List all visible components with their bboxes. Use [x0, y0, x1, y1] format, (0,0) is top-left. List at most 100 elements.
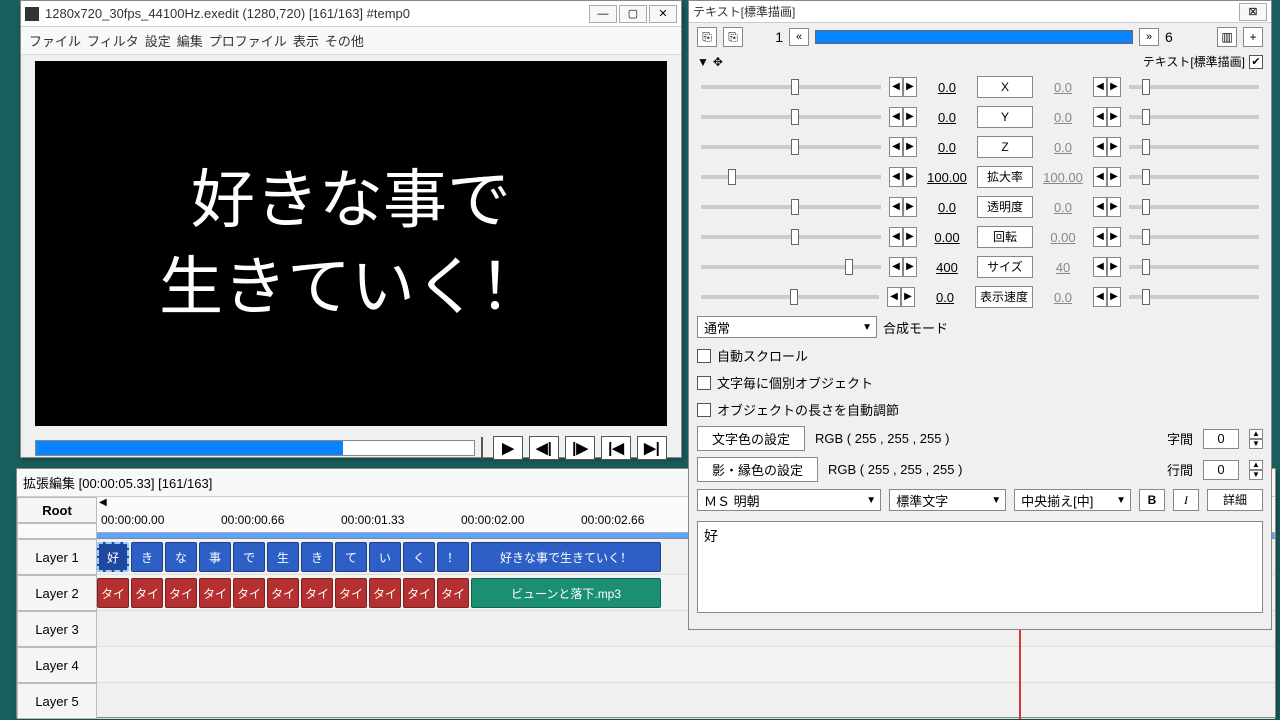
param-value2[interactable]: 40 — [1037, 260, 1089, 275]
clip-text[interactable]: く — [403, 542, 435, 572]
frame-last-button[interactable]: » — [1139, 28, 1159, 46]
layer-up-icon[interactable]: ▥ — [1217, 27, 1237, 47]
slider-right[interactable] — [1129, 85, 1259, 89]
clip-audio[interactable]: タイ — [267, 578, 299, 608]
spacing-down[interactable]: ▼ — [1249, 439, 1263, 449]
enable-checkbox[interactable]: ✔ — [1249, 55, 1263, 69]
clip-audio[interactable]: タイ — [97, 578, 129, 608]
check-autolen[interactable] — [697, 403, 711, 417]
slider-right[interactable] — [1129, 265, 1259, 269]
clip-audio[interactable]: タイ — [403, 578, 435, 608]
clip-audio[interactable]: タイ — [131, 578, 163, 608]
clip-text[interactable]: き — [131, 542, 163, 572]
inc2-button[interactable]: ▶ — [1107, 107, 1121, 127]
layer-label-3[interactable]: Layer 3 — [17, 611, 97, 647]
dec2-button[interactable]: ◀ — [1093, 257, 1107, 277]
slider-right[interactable] — [1129, 295, 1259, 299]
dec-button[interactable]: ◀ — [889, 77, 903, 97]
param-label-button[interactable]: 表示速度 — [975, 286, 1033, 308]
param-value[interactable]: 0.0 — [921, 140, 973, 155]
inc-button[interactable]: ▶ — [903, 77, 917, 97]
param-value2[interactable]: 100.00 — [1037, 170, 1089, 185]
maximize-button[interactable]: ▢ — [619, 5, 647, 23]
object-add-icon[interactable]: + — [1243, 27, 1263, 47]
inc2-button[interactable]: ▶ — [1107, 167, 1121, 187]
titlebar[interactable]: 1280x720_30fps_44100Hz.exedit (1280,720)… — [21, 1, 681, 27]
dec2-button[interactable]: ◀ — [1093, 107, 1107, 127]
dec-button[interactable]: ◀ — [889, 257, 903, 277]
clip-audio[interactable]: タイ — [165, 578, 197, 608]
clip-audio[interactable]: タイ — [335, 578, 367, 608]
dec-button[interactable]: ◀ — [887, 287, 901, 307]
param-label-button[interactable]: 透明度 — [977, 196, 1033, 218]
frame-first-button[interactable]: « — [789, 28, 809, 46]
param-label-button[interactable]: 拡大率 — [977, 166, 1033, 188]
slider-left[interactable] — [701, 85, 881, 89]
clip-text[interactable]: き — [301, 542, 333, 572]
slider-right[interactable] — [1129, 205, 1259, 209]
menu-edit[interactable]: 編集 — [177, 31, 203, 50]
spacing-input[interactable]: 0 — [1203, 429, 1239, 449]
param-value[interactable]: 100.00 — [921, 170, 973, 185]
play-button[interactable]: ▶ — [493, 436, 523, 460]
anchor-icon[interactable]: ✥ — [713, 55, 723, 69]
slider-left[interactable] — [701, 205, 881, 209]
param-value2[interactable]: 0.0 — [1037, 140, 1089, 155]
inc2-button[interactable]: ▶ — [1107, 287, 1121, 307]
dec-button[interactable]: ◀ — [889, 137, 903, 157]
dec-button[interactable]: ◀ — [889, 167, 903, 187]
param-value[interactable]: 0.0 — [921, 110, 973, 125]
clip-text[interactable]: 生 — [267, 542, 299, 572]
inc-button[interactable]: ▶ — [901, 287, 915, 307]
blend-mode-dropdown[interactable]: 通常▼ — [697, 316, 877, 338]
clip-text[interactable]: で — [233, 542, 265, 572]
bold-button[interactable]: B — [1139, 489, 1165, 511]
leading-input[interactable]: 0 — [1203, 460, 1239, 480]
param-label-button[interactable]: X — [977, 76, 1033, 98]
inc2-button[interactable]: ▶ — [1107, 257, 1121, 277]
dec-button[interactable]: ◀ — [889, 107, 903, 127]
italic-button[interactable]: I — [1173, 489, 1199, 511]
slider-right[interactable] — [1129, 175, 1259, 179]
slider-left[interactable] — [701, 235, 881, 239]
menu-file[interactable]: ファイル — [29, 31, 81, 50]
step-back-button[interactable]: ◀| — [529, 436, 559, 460]
copy-right-icon[interactable]: ⎘ — [723, 27, 743, 47]
clip-audio[interactable]: タイ — [233, 578, 265, 608]
clip-text[interactable]: な — [165, 542, 197, 572]
clip-text[interactable]: 好 — [97, 542, 129, 572]
param-label-button[interactable]: 回転 — [977, 226, 1033, 248]
dec2-button[interactable]: ◀ — [1093, 197, 1107, 217]
frame-rangebar[interactable] — [815, 30, 1133, 44]
menu-view[interactable]: 表示 — [293, 31, 319, 50]
menu-filter[interactable]: フィルタ — [87, 31, 139, 50]
clip-audio-file[interactable]: ビューンと落下.mp3 — [471, 578, 661, 608]
inc2-button[interactable]: ▶ — [1107, 137, 1121, 157]
slider-left[interactable] — [701, 175, 881, 179]
seek-bar[interactable] — [35, 440, 475, 456]
leading-down[interactable]: ▼ — [1249, 470, 1263, 480]
param-value2[interactable]: 0.0 — [1037, 200, 1089, 215]
inc-button[interactable]: ▶ — [903, 137, 917, 157]
inc-button[interactable]: ▶ — [903, 107, 917, 127]
slider-left[interactable] — [701, 265, 881, 269]
check-perchar[interactable] — [697, 376, 711, 390]
goto-start-button[interactable]: |◀ — [601, 436, 631, 460]
timeline-row-5[interactable] — [97, 683, 1275, 719]
leading-up[interactable]: ▲ — [1249, 460, 1263, 470]
spacing-up[interactable]: ▲ — [1249, 429, 1263, 439]
slider-right[interactable] — [1129, 145, 1259, 149]
style-dropdown[interactable]: 標準文字▼ — [889, 489, 1006, 511]
inc2-button[interactable]: ▶ — [1107, 227, 1121, 247]
param-value[interactable]: 0.0 — [921, 200, 973, 215]
text-color-button[interactable]: 文字色の設定 — [697, 426, 805, 451]
inc-button[interactable]: ▶ — [903, 227, 917, 247]
clip-audio[interactable]: タイ — [301, 578, 333, 608]
step-fwd-button[interactable]: |▶ — [565, 436, 595, 460]
menu-profile[interactable]: プロファイル — [209, 31, 287, 50]
layer-label-4[interactable]: Layer 4 — [17, 647, 97, 683]
slider-left[interactable] — [701, 145, 881, 149]
clip-text[interactable]: て — [335, 542, 367, 572]
layer-label-2[interactable]: Layer 2 — [17, 575, 97, 611]
dec2-button[interactable]: ◀ — [1093, 137, 1107, 157]
